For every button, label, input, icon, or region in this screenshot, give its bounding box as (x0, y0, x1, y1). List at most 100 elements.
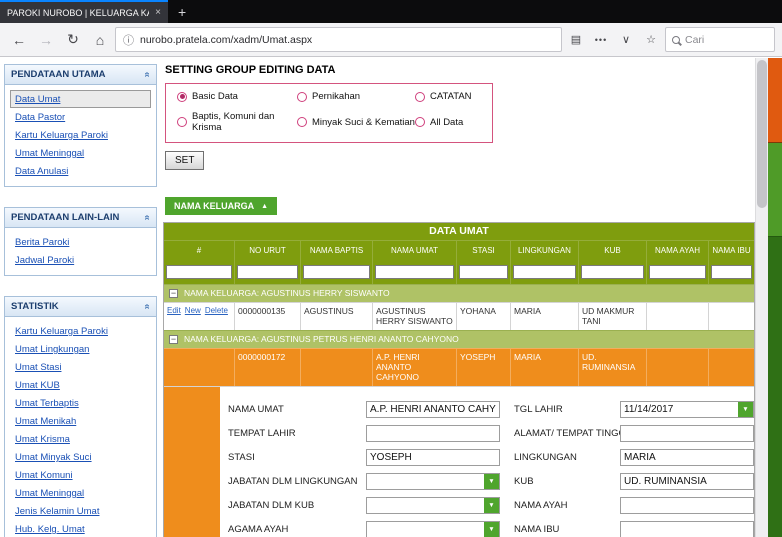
sidebar-item-umat-komuni[interactable]: Umat Komuni (10, 466, 151, 484)
filter-input-lingkungan[interactable] (513, 265, 576, 279)
sidebar-item-umat-meninggal[interactable]: Umat Meninggal (10, 144, 151, 162)
field-tgl-lahir[interactable]: ▼ (620, 401, 754, 418)
data-row-2-selected[interactable]: 0000000172 A.P. HENRI ANANTO CAHYONO YOS… (164, 348, 754, 386)
delete-link[interactable]: Delete (205, 306, 228, 315)
edit-link[interactable]: Edit (167, 306, 181, 315)
filter-input-nama-ibu[interactable] (711, 265, 752, 279)
column-header-nama-baptis[interactable]: NAMA BAPTIS (300, 240, 372, 259)
collapse-icon[interactable]: « (142, 215, 153, 221)
sidebar-item-data-umat[interactable]: Data Umat (10, 90, 151, 108)
filter-input-nama-ayah[interactable] (649, 265, 706, 279)
set-button[interactable]: SET (165, 151, 205, 170)
sidebar-item-umat-terbaptis[interactable]: Umat Terbaptis (10, 394, 151, 412)
column-header-nama-umat[interactable]: NAMA UMAT (372, 240, 456, 259)
radio-icon[interactable] (177, 117, 187, 127)
search-bar[interactable] (665, 27, 775, 52)
sidebar-item-jadwal-paroki[interactable]: Jadwal Paroki (10, 251, 151, 269)
new-link[interactable]: New (185, 306, 201, 315)
sidebar-item-stat-kartu-keluarga[interactable]: Kartu Keluarga Paroki (10, 322, 151, 340)
column-header-nama-ayah[interactable]: NAMA AYAH (646, 240, 708, 259)
back-button[interactable]: ← (7, 28, 31, 52)
section-header[interactable]: STATISTIK « (5, 297, 156, 317)
scrollbar-thumb[interactable] (757, 60, 767, 208)
field-tempat-lahir[interactable] (366, 425, 500, 442)
sidebar-item-stat-umat-meninggal[interactable]: Umat Meninggal (10, 484, 151, 502)
filter-input-nama-umat[interactable] (375, 265, 454, 279)
home-button[interactable]: ⌂ (88, 28, 112, 52)
dropdown-arrow-icon[interactable]: ▼ (484, 498, 499, 513)
field-nama-ayah[interactable] (620, 497, 754, 514)
dropdown-arrow-icon[interactable]: ▼ (738, 402, 753, 417)
column-header-no-urut[interactable]: NO URUT (234, 240, 300, 259)
reload-button[interactable]: ↻ (61, 28, 85, 52)
section-header[interactable]: PENDATAAN UTAMA « (5, 65, 156, 85)
sidebar-item-umat-stasi[interactable]: Umat Stasi (10, 358, 151, 376)
field-lingkungan[interactable] (620, 449, 754, 466)
sidebar-item-umat-menikah[interactable]: Umat Menikah (10, 412, 151, 430)
bookmark-star-icon[interactable]: ☆ (640, 28, 662, 52)
field-nama-ibu[interactable] (620, 521, 754, 537)
radio-icon[interactable] (297, 91, 307, 102)
sidebar-item-umat-kub[interactable]: Umat KUB (10, 376, 151, 394)
radio-baptis-komuni-krisma[interactable]: Baptis, Komuni dan Krisma (177, 111, 297, 133)
agama-ayah-input[interactable] (367, 522, 484, 537)
collapse-icon[interactable]: « (142, 304, 153, 310)
sidebar-item-berita-paroki[interactable]: Berita Paroki (10, 233, 151, 251)
pocket-icon[interactable]: ∨ (615, 28, 637, 52)
dropdown-arrow-icon[interactable]: ▼ (484, 522, 499, 537)
radio-basic-data[interactable]: Basic Data (177, 91, 297, 102)
radio-icon[interactable] (415, 117, 425, 127)
filter-input-no-urut[interactable] (237, 265, 298, 279)
sidebar-item-umat-krisma[interactable]: Umat Krisma (10, 430, 151, 448)
radio-icon[interactable] (297, 117, 307, 127)
data-row-1[interactable]: Edit New Delete 0000000135 AGUSTINUS AGUST… (164, 302, 754, 330)
url-bar[interactable]: ⓘ nurobo.pratela.com/xadm/Umat.aspx (115, 27, 562, 52)
sidebar-item-jenis-kelamin-umat[interactable]: Jenis Kelamin Umat (10, 502, 151, 520)
column-header-stasi[interactable]: STASI (456, 240, 510, 259)
collapse-icon[interactable]: « (142, 72, 153, 78)
field-alamat[interactable] (620, 425, 754, 442)
group-by-nama-keluarga-button[interactable]: NAMA KELUARGA ▲ (165, 197, 278, 215)
filter-input-commands[interactable] (166, 265, 232, 279)
filter-input-kub[interactable] (581, 265, 644, 279)
tab-close-icon[interactable]: × (155, 7, 161, 18)
field-jabatan-dlm-lingkungan[interactable]: ▼ (366, 473, 500, 490)
field-jabatan-dlm-kub[interactable]: ▼ (366, 497, 500, 514)
field-kub[interactable] (620, 473, 754, 490)
forward-button[interactable]: → (34, 28, 58, 52)
collapse-group-icon[interactable]: − (169, 288, 178, 298)
radio-all-data[interactable]: All Data (415, 111, 488, 133)
jabatan-kub-input[interactable] (367, 498, 484, 513)
filter-input-stasi[interactable] (459, 265, 508, 279)
radio-catatan[interactable]: CATATAN (415, 91, 488, 102)
jabatan-lingkungan-input[interactable] (367, 474, 484, 489)
column-header-nama-ibu[interactable]: NAMA IBU (708, 240, 754, 259)
search-input[interactable] (685, 33, 768, 46)
field-stasi[interactable] (366, 449, 500, 466)
vertical-scrollbar[interactable] (755, 58, 768, 537)
radio-minyak-suci-kematian[interactable]: Minyak Suci & Kematian (297, 111, 415, 133)
browser-tab[interactable]: PAROKI NUROBO | KELUARGA KATO × (0, 0, 168, 23)
new-tab-button[interactable]: + (168, 0, 196, 23)
dropdown-arrow-icon[interactable]: ▼ (484, 474, 499, 489)
radio-icon[interactable] (415, 91, 425, 102)
sidebar-item-kartu-keluarga-paroki[interactable]: Kartu Keluarga Paroki (10, 126, 151, 144)
column-header-lingkungan[interactable]: LINGKUNGAN (510, 240, 578, 259)
sidebar-item-umat-lingkungan[interactable]: Umat Lingkungan (10, 340, 151, 358)
section-header[interactable]: PENDATAAN LAIN-LAIN « (5, 208, 156, 228)
filter-input-nama-baptis[interactable] (303, 265, 370, 279)
radio-icon[interactable] (177, 91, 187, 102)
collapse-group-icon[interactable]: − (169, 334, 178, 344)
field-agama-ayah[interactable]: ▼ (366, 521, 500, 537)
sidebar-item-data-anulasi[interactable]: Data Anulasi (10, 162, 151, 180)
page-actions-icon[interactable]: ••• (590, 28, 612, 52)
tgl-lahir-input[interactable] (621, 402, 738, 417)
column-header-kub[interactable]: KUB (578, 240, 646, 259)
radio-pernikahan[interactable]: Pernikahan (297, 91, 415, 102)
column-header-commands[interactable]: # (164, 240, 234, 259)
sidebar-item-hub-kelg-umat[interactable]: Hub. Kelg. Umat (10, 520, 151, 537)
sidebar-item-umat-minyak-suci[interactable]: Umat Minyak Suci (10, 448, 151, 466)
reader-mode-icon[interactable]: ▤ (565, 28, 587, 52)
site-info-icon[interactable]: ⓘ (123, 32, 134, 48)
field-nama-umat[interactable] (366, 401, 500, 418)
